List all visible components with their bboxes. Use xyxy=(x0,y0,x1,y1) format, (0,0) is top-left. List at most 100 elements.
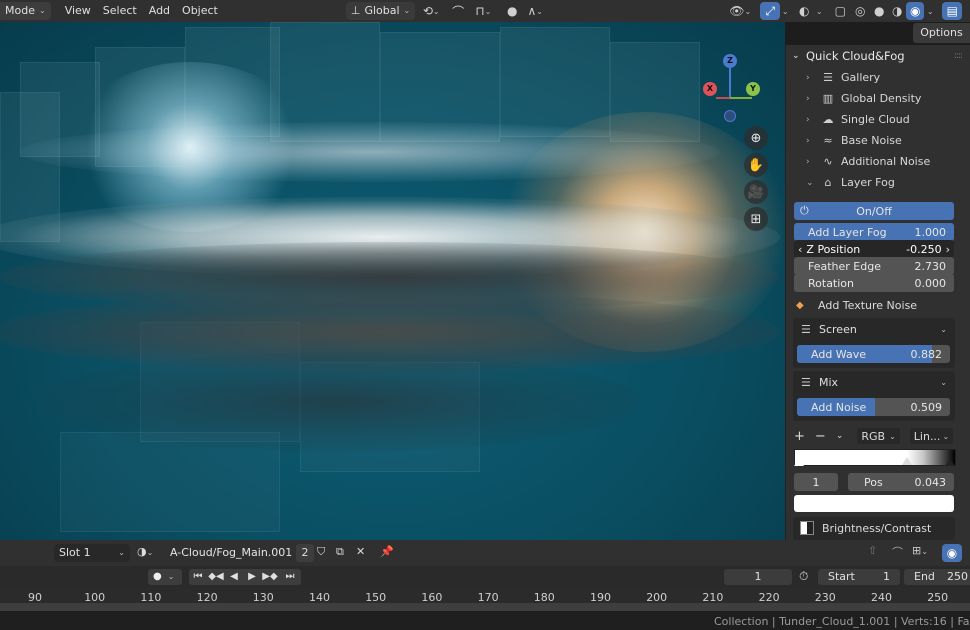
power-icon: ⏻ xyxy=(800,204,809,217)
snap-icon[interactable]: ⌒ xyxy=(892,544,903,560)
proportional-edit-icon[interactable]: ● xyxy=(502,2,522,20)
snap-mode-icon[interactable]: ⊞⌄ xyxy=(912,544,928,557)
orientation-label: Global xyxy=(364,4,400,17)
close-icon[interactable]: ✕ xyxy=(356,545,365,558)
stopwatch-icon[interactable]: ⏱ xyxy=(799,569,808,584)
subpanel-gallery[interactable]: › ☰ Gallery xyxy=(786,67,970,88)
timeline-scrollbar[interactable] xyxy=(0,603,970,611)
add-layer-fog-slider[interactable]: Add Layer Fog 1.000 xyxy=(794,223,954,241)
end-frame-field[interactable]: End 250 xyxy=(904,569,970,585)
menu-object[interactable]: Object xyxy=(176,2,224,20)
z-position-field[interactable]: ‹ Z Position -0.250 › xyxy=(794,240,954,258)
drag-grip-icon[interactable]: :::: xyxy=(954,51,963,61)
chevron-down-icon[interactable]: ⌄ xyxy=(924,2,936,20)
falloff-icon[interactable]: ∧ ⌄ xyxy=(522,2,548,20)
sidebar-panel: ⌄ Quick Cloud&Fog :::: › ☰ Gallery › ▥ G… xyxy=(785,45,970,540)
overlay-icon[interactable]: ◐ xyxy=(794,2,814,20)
camera-icon[interactable]: 🎥 xyxy=(744,180,768,204)
3d-viewport[interactable]: Z X Y ⊕ ✋ 🎥 ⊞ xyxy=(0,22,785,540)
mode-dropdown[interactable]: Mode ⌄ xyxy=(0,2,51,20)
gizmo-toggle-icon[interactable]: ⤢ xyxy=(760,2,781,20)
menu-add[interactable]: Add xyxy=(143,2,176,20)
solid-shading-icon[interactable]: ● xyxy=(870,2,888,20)
push-down-icon[interactable]: ⇧ xyxy=(868,544,877,557)
xray-icon[interactable]: ▢ xyxy=(830,2,850,20)
action-type-icon[interactable]: ◑⌄ xyxy=(137,545,153,558)
duplicate-icon[interactable]: ⧉ xyxy=(336,545,344,559)
wireframe-shading-icon[interactable]: ◎ xyxy=(850,2,870,20)
subpanel-label: Gallery xyxy=(841,71,881,84)
gizmo-neg-z-axis[interactable] xyxy=(724,110,736,122)
chevron-right-icon[interactable]: › xyxy=(942,243,950,256)
mix-blend-dropdown[interactable]: ☰ Mix ⌄ xyxy=(795,372,953,392)
start-frame-field[interactable]: Start 1 xyxy=(818,569,900,585)
panel-header[interactable]: ⌄ Quick Cloud&Fog :::: xyxy=(786,45,970,67)
subpanel-global-density[interactable]: › ▥ Global Density xyxy=(786,88,970,109)
subpanel-layer-fog[interactable]: ⌄ ⌂ Layer Fog xyxy=(786,172,970,193)
ramp-color-swatch[interactable] xyxy=(794,495,954,512)
chevron-down-icon[interactable]: ⌄ xyxy=(814,2,824,20)
sidebar-toggle-icon[interactable]: ▤ xyxy=(942,2,963,20)
ramp-stop-handle[interactable] xyxy=(945,459,955,466)
gizmo-y-axis[interactable]: Y xyxy=(746,82,760,96)
rotation-field[interactable]: Rotation 0.000 xyxy=(794,274,954,292)
add-wave-slider[interactable]: Add Wave 0.882 xyxy=(797,345,950,363)
fake-user-shield-icon[interactable]: ⛉ xyxy=(317,545,325,559)
add-texture-noise-row[interactable]: ◆ Add Texture Noise xyxy=(796,296,917,314)
subpanel-single-cloud[interactable]: › ☁ Single Cloud xyxy=(786,109,970,130)
menu-view[interactable]: View xyxy=(59,2,97,20)
gizmo-z-axis[interactable]: Z xyxy=(723,54,737,68)
zoom-icon[interactable]: ⊕ xyxy=(744,126,768,150)
slot-dropdown[interactable]: Slot 1 ⌄ xyxy=(54,544,130,562)
frame-number: 200 xyxy=(646,591,668,604)
chevron-down-icon: ⌄ xyxy=(806,177,814,188)
brightness-contrast-row[interactable]: Brightness/Contrast xyxy=(800,519,931,537)
pos-field[interactable]: Pos 0.043 xyxy=(848,473,954,491)
ramp-stop-handle[interactable] xyxy=(902,457,912,465)
menu-select[interactable]: Select xyxy=(97,2,143,20)
snap-target-icon[interactable]: ⊓ ⌄ xyxy=(468,2,498,20)
onoff-toggle[interactable]: ⏻ On/Off xyxy=(794,202,954,220)
status-bar: Collection | Tunder_Cloud_1.001 | Verts:… xyxy=(0,612,970,630)
subpanel-additional-noise[interactable]: › ∿ Additional Noise xyxy=(786,151,970,172)
stop-index-field[interactable]: 1 xyxy=(794,473,838,491)
subpanel-base-noise[interactable]: › ≈ Base Noise xyxy=(786,130,970,151)
chevron-right-icon: › xyxy=(806,135,810,146)
pin-icon[interactable]: 📌 xyxy=(380,545,394,558)
filter-icon[interactable]: ◉ xyxy=(942,544,962,562)
prev-keyframe-icon[interactable]: ◆◀ xyxy=(207,569,225,585)
chevron-down-icon[interactable]: ⌄ xyxy=(780,2,790,20)
user-count[interactable]: 2 xyxy=(296,544,314,562)
add-noise-slider[interactable]: Add Noise 0.509 xyxy=(797,398,950,416)
snap-icon[interactable]: ⌒ xyxy=(448,2,468,20)
play-icon[interactable]: ▶ xyxy=(243,569,261,585)
add-stop-icon[interactable]: + xyxy=(794,429,805,444)
grid-perspective-icon[interactable]: ⊞ xyxy=(744,207,768,231)
jump-end-icon[interactable]: ⏭ xyxy=(279,569,301,585)
color-mode-dropdown[interactable]: RGB ⌄ xyxy=(857,428,900,444)
remove-stop-icon[interactable]: − xyxy=(815,429,826,444)
action-name[interactable]: A-Cloud/Fog_Main.001 xyxy=(170,546,292,559)
record-icon[interactable]: ● ⌄ xyxy=(148,569,182,585)
status-separator: | xyxy=(893,615,902,628)
pan-hand-icon[interactable]: ✋ xyxy=(744,153,768,177)
feather-edge-field[interactable]: Feather Edge 2.730 xyxy=(794,257,954,275)
fog-tile xyxy=(610,42,700,142)
current-frame-field[interactable]: 1 xyxy=(724,569,792,585)
rendered-shading-icon[interactable]: ◉ xyxy=(906,2,925,20)
gizmo-x-axis[interactable]: X xyxy=(703,82,717,96)
orientation-dropdown[interactable]: ⊥ Global ⌄ xyxy=(345,2,416,20)
color-ramp-bar[interactable] xyxy=(794,449,956,466)
next-keyframe-icon[interactable]: ▶◆ xyxy=(261,569,279,585)
material-shading-icon[interactable]: ◑ xyxy=(888,2,906,20)
brightness-label: Brightness/Contrast xyxy=(822,521,932,535)
options-button[interactable]: Options xyxy=(913,23,970,43)
play-reverse-icon[interactable]: ◀ xyxy=(225,569,243,585)
screen-blend-dropdown[interactable]: ☰ Screen ⌄ xyxy=(795,319,953,339)
interpolation-dropdown[interactable]: Lin... ⌄ xyxy=(909,428,954,444)
visibility-icon[interactable]: 👁 ⌄ xyxy=(726,2,754,20)
chevron-down-icon[interactable]: ⌄ xyxy=(836,431,844,441)
pivot-icon[interactable]: ⟲ ⌄ xyxy=(418,2,444,20)
ramp-stop-handle[interactable] xyxy=(794,459,804,466)
jump-start-icon[interactable]: ⏮ xyxy=(189,569,207,585)
